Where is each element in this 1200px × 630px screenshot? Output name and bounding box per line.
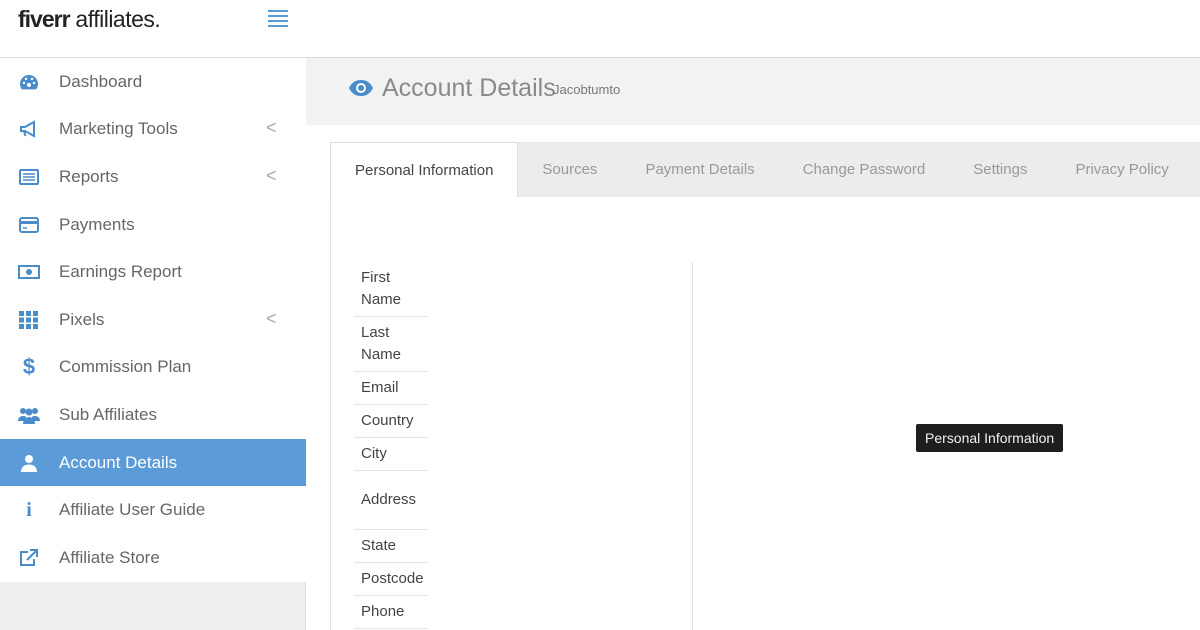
sidebar-item-earnings-report[interactable]: Earnings Report [0,248,306,296]
logo-bold-text: fiverr [18,6,71,32]
hamburger-menu-icon[interactable] [268,10,288,27]
tab-settings[interactable]: Settings [949,142,1051,197]
tab-sources[interactable]: Sources [518,142,621,197]
chevron-left-icon[interactable]: < [266,165,277,186]
sidebar-item-sub-affiliates[interactable]: Sub Affiliates [0,391,306,439]
field-label-city: City [354,438,428,471]
external-link-icon [18,547,40,569]
field-label-first-name: First Name [354,262,428,317]
sidebar-item-pixels[interactable]: Pixels < [0,296,306,344]
info-icon: i [26,498,32,521]
personal-info-fields: First Name Last Name Email Country City … [354,262,428,629]
account-tabs: Personal Information Sources Payment Det… [330,142,1200,198]
dollar-icon: $ [22,354,36,380]
field-label-postcode: Postcode [354,563,428,596]
sidebar-item-commission-plan[interactable]: $ Commission Plan [0,344,306,392]
sidebar-item-label: Sub Affiliates [59,404,157,424]
top-bar [306,0,1200,58]
sidebar-item-label: Affiliate Store [59,547,160,567]
sidebar-item-label: Account Details [59,452,178,472]
sidebar-item-label: Payments [59,214,135,234]
sidebar-item-label: Reports [59,166,119,186]
sidebar-item-affiliate-user-guide[interactable]: i Affiliate User Guide [0,486,306,534]
field-label-address: Address [354,471,428,530]
sidebar-item-reports[interactable]: Reports < [0,153,306,201]
sidebar-menu: Dashboard Marketing Tools < Reports < Pa… [0,58,306,582]
sidebar-item-label: Commission Plan [59,357,192,377]
list-icon [18,166,40,188]
dashboard-icon [18,71,40,93]
sidebar-item-label: Marketing Tools [59,119,178,139]
logo-text: affiliates. [69,6,161,32]
sidebar-item-payments[interactable]: Payments [0,201,306,249]
field-label-state: State [354,530,428,563]
tab-privacy-policy[interactable]: Privacy Policy [1051,142,1192,197]
field-label-email: Email [354,372,428,405]
sidebar: fiverr affiliates. Dashboard Marketing T… [0,0,306,630]
tab-payment-details[interactable]: Payment Details [621,142,778,197]
megaphone-icon [18,118,40,140]
sidebar-item-label: Earnings Report [59,262,182,282]
eye-icon [348,79,374,102]
field-label-phone: Phone [354,596,428,629]
tooltip: Personal Information [916,424,1064,452]
tab-content-panel [330,197,1200,630]
sidebar-item-label: Affiliate User Guide [59,500,206,520]
field-label-country: Country [354,405,428,438]
tab-personal-information[interactable]: Personal Information [330,142,519,198]
chevron-left-icon[interactable]: < [266,308,277,329]
fiverr-affiliates-logo[interactable]: fiverr affiliates. [18,6,161,33]
money-icon [18,261,40,283]
column-divider [692,262,693,630]
sidebar-item-dashboard[interactable]: Dashboard [0,58,306,106]
sidebar-item-label: Pixels [59,309,105,329]
page-title: Account Details [382,74,556,102]
user-icon [18,452,40,474]
credit-card-icon [18,214,40,236]
page-header: Account Details Jacobtumto [306,58,1200,125]
sidebar-item-label: Dashboard [59,71,143,91]
sidebar-item-marketing-tools[interactable]: Marketing Tools < [0,106,306,154]
field-label-last-name: Last Name [354,317,428,372]
grid-icon [18,309,40,331]
users-icon [18,404,40,426]
sidebar-item-account-details[interactable]: Account Details [0,438,306,487]
chevron-left-icon[interactable]: < [266,118,277,139]
tab-change-password[interactable]: Change Password [779,142,950,197]
page-subtitle-username: Jacobtumto [553,82,621,97]
brand-bar: fiverr affiliates. [0,0,306,58]
sidebar-item-affiliate-store[interactable]: Affiliate Store [0,534,306,582]
